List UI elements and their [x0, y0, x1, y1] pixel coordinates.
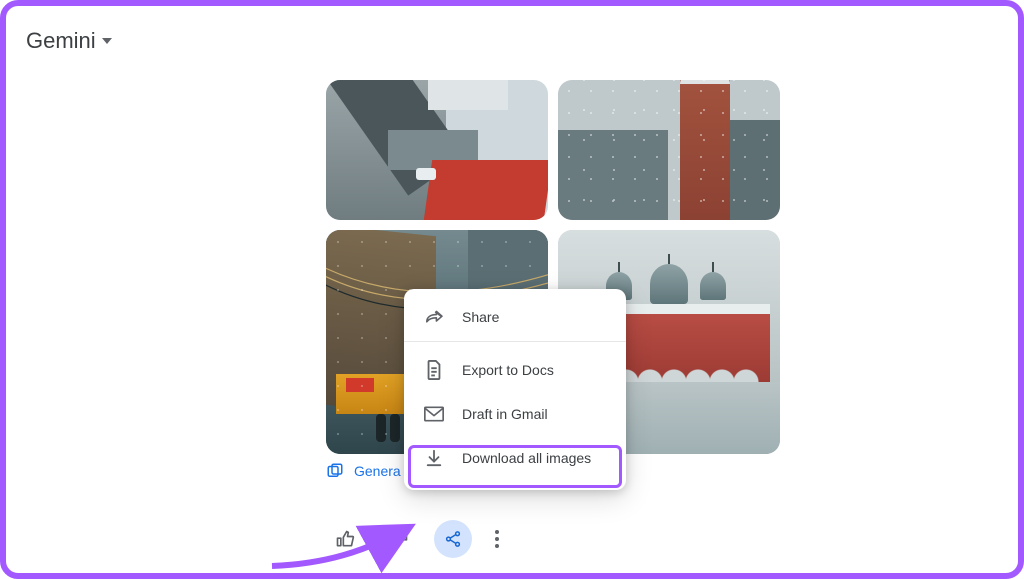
annotated-frame: Gemini Genera — [0, 0, 1024, 579]
menu-item-label: Share — [462, 309, 499, 325]
share-arrow-icon — [424, 307, 444, 327]
thumbs-up-icon — [335, 529, 355, 549]
download-icon — [424, 448, 444, 468]
generate-more-button[interactable]: Genera — [326, 462, 401, 480]
share-export-button[interactable] — [434, 520, 472, 558]
caret-down-icon — [102, 38, 112, 44]
thumbs-down-icon — [389, 529, 409, 549]
thumbs-up-button[interactable] — [326, 520, 364, 558]
menu-item-export-docs[interactable]: Export to Docs — [404, 348, 626, 392]
share-export-menu: Share Export to Docs Draft in Gmail Down… — [404, 289, 626, 490]
more-options-button[interactable] — [488, 520, 506, 558]
more-vertical-icon — [495, 530, 499, 548]
model-selector[interactable]: Gemini — [26, 28, 112, 54]
menu-item-label: Draft in Gmail — [462, 406, 548, 422]
response-action-bar — [326, 520, 506, 558]
menu-item-label: Download all images — [462, 450, 591, 466]
menu-item-draft-gmail[interactable]: Draft in Gmail — [404, 392, 626, 436]
menu-item-label: Export to Docs — [462, 362, 554, 378]
docs-icon — [424, 360, 444, 380]
app-title: Gemini — [26, 28, 96, 54]
generate-more-label: Genera — [354, 463, 401, 479]
gmail-icon — [424, 404, 444, 424]
generated-image-2[interactable] — [558, 80, 780, 220]
generate-icon — [326, 462, 344, 480]
menu-divider — [404, 341, 626, 342]
thumbs-down-button[interactable] — [380, 520, 418, 558]
menu-item-share[interactable]: Share — [404, 295, 626, 339]
menu-item-download-all-images[interactable]: Download all images — [404, 436, 626, 480]
share-icon — [444, 530, 462, 548]
generated-image-1[interactable] — [326, 80, 548, 220]
